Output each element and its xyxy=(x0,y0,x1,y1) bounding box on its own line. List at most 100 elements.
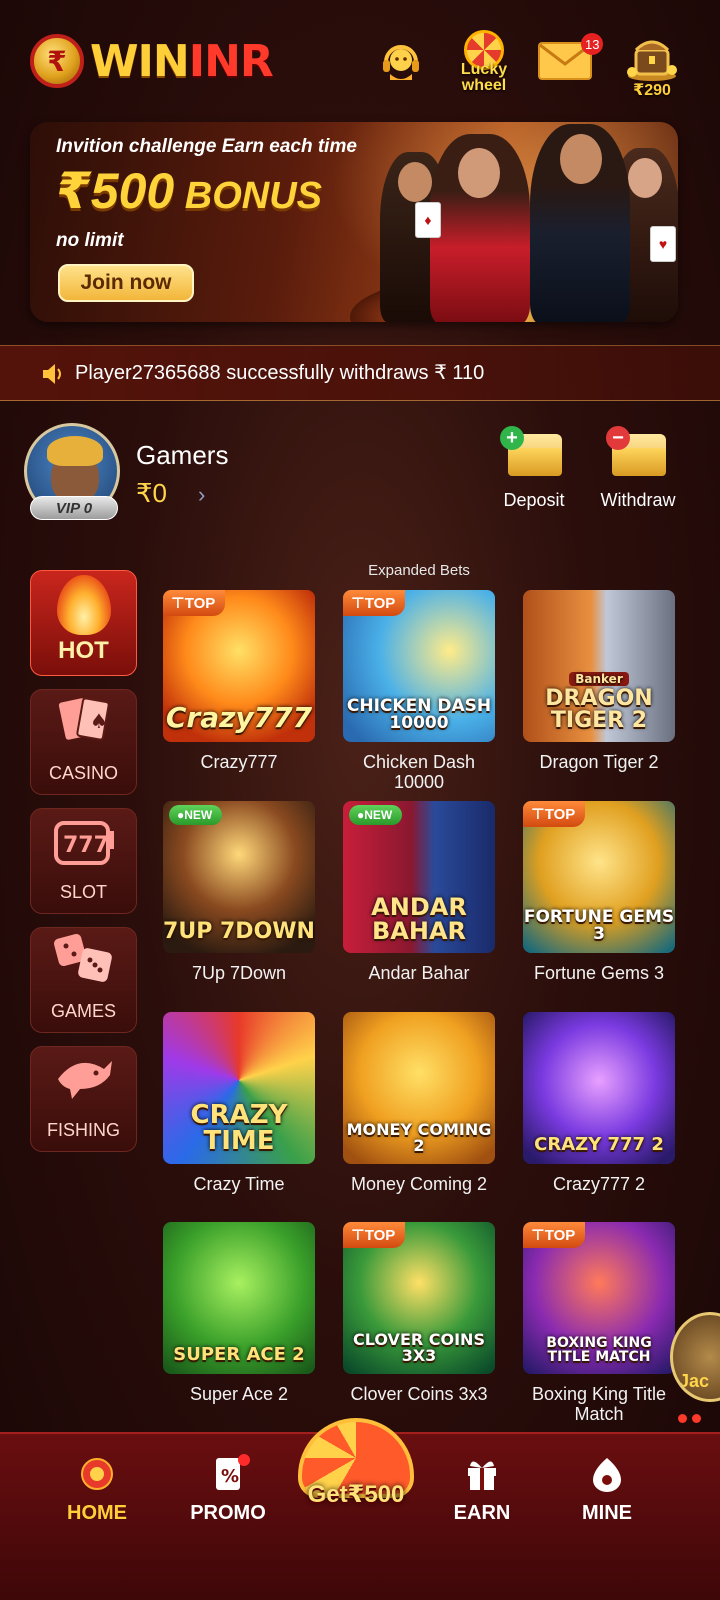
deposit-button[interactable]: + Deposit xyxy=(484,426,584,520)
thumb-title: Banker DRAGON TIGER 2 xyxy=(523,666,675,742)
top-tag: ⊤ TOP xyxy=(343,1222,406,1248)
game-name: Money Coming 2 xyxy=(350,1174,488,1194)
logo-inr-text: INR xyxy=(188,35,274,87)
join-now-button[interactable]: Join now xyxy=(58,264,194,302)
speaker-icon xyxy=(40,362,64,386)
banner-bonus-word: BONUS xyxy=(174,175,323,217)
home-icon xyxy=(77,1454,117,1494)
category-slot[interactable]: 777 SLOT xyxy=(30,808,137,914)
tag-text: NEW xyxy=(364,808,393,822)
mail-badge: 13 xyxy=(581,33,604,55)
treasure-chest-icon[interactable] xyxy=(624,32,680,82)
game-thumbnail: FORTUNE GEMS 3 ⊤ TOP xyxy=(523,801,675,953)
user-profile-icon xyxy=(587,1454,627,1494)
nav-promo[interactable]: % PROMO xyxy=(168,1454,288,1554)
withdraw-button[interactable]: − Withdraw xyxy=(588,426,688,520)
headset-icon[interactable] xyxy=(378,38,424,84)
tag-text: TOP xyxy=(364,594,396,612)
banner-subline: no limit xyxy=(56,230,124,251)
game-name: Dragon Tiger 2 xyxy=(539,752,659,772)
game-tile-7up-7down[interactable]: 7UP 7DOWN ● NEW 7Up 7Down xyxy=(163,801,315,983)
category-label: FISHING xyxy=(46,1120,120,1140)
svg-text:%: % xyxy=(221,1466,239,1487)
tag-text: TOP xyxy=(544,1226,576,1244)
jackpot-float-button[interactable]: Jac xyxy=(670,1312,720,1402)
thumb-title: SUPER ACE 2 xyxy=(173,1344,305,1365)
game-tile-andar-bahar[interactable]: ANDAR BAHAR ● NEW Andar Bahar xyxy=(343,801,495,983)
chevron-right-icon[interactable]: › xyxy=(198,482,205,508)
category-label: SLOT xyxy=(59,882,107,902)
jackpot-text: Jac xyxy=(679,1371,710,1391)
lucky-wheel-button[interactable]: Lucky wheel xyxy=(456,28,512,96)
game-thumbnail: MONEY COMING 2 xyxy=(343,1012,495,1164)
game-tile-crazy-time[interactable]: CRAZY TIME Crazy Time xyxy=(163,1012,315,1194)
nav-earn[interactable]: EARN xyxy=(422,1454,542,1554)
game-thumbnail: SUPER ACE 2 xyxy=(163,1222,315,1374)
game-thumbnail: BOXING KING TITLE MATCH ⊤ TOP xyxy=(523,1222,675,1374)
game-name: Crazy777 2 xyxy=(552,1174,646,1194)
withdraw-marquee: Player27365688 successfully withdraws ₹ … xyxy=(0,345,720,401)
thumb-title: CHICKEN DASH 10000 xyxy=(346,696,492,733)
slot-machine-icon: 777 xyxy=(52,819,116,876)
nav-mine-label: MINE xyxy=(582,1502,632,1524)
banner-person-3 xyxy=(530,124,630,322)
get-bonus-wheel-button[interactable]: Get₹500 xyxy=(288,1418,424,1518)
game-thumbnail: CRAZY TIME xyxy=(163,1012,315,1164)
app-logo: ₹ WININR xyxy=(30,34,274,88)
fire-icon xyxy=(56,575,111,635)
promo-banner[interactable]: ♦ ♥ Invition challenge Earn each time ₹5… xyxy=(30,122,678,322)
game-tile-chicken-dash[interactable]: CHICKEN DASH 10000 ⊤ TOP Chicken Dash 10… xyxy=(343,590,495,792)
logo-win-text: WIN xyxy=(90,35,190,87)
logo-text: WININR xyxy=(90,35,274,87)
deposit-label: Deposit xyxy=(503,490,565,510)
new-tag: ● NEW xyxy=(349,805,403,825)
game-tile-super-ace-2[interactable]: SUPER ACE 2 Super Ace 2 xyxy=(163,1222,315,1404)
header: ₹ WININR Lucky wheel 13 ₹290 xyxy=(0,0,720,115)
game-name: Chicken Dash 10000 xyxy=(362,752,476,792)
game-tile-dragon-tiger-2[interactable]: Banker DRAGON TIGER 2 Dragon Tiger 2 xyxy=(523,590,675,772)
game-name: Crazy777 xyxy=(200,752,278,772)
thumb-title: ANDAR BAHAR xyxy=(371,893,467,945)
game-thumbnail: Banker DRAGON TIGER 2 xyxy=(523,590,675,742)
top-tag: ⊤ TOP xyxy=(343,590,406,616)
balance[interactable]: ₹0 xyxy=(136,478,167,509)
dice-icon xyxy=(52,930,116,995)
game-tile-fortune-gems-3[interactable]: FORTUNE GEMS 3 ⊤ TOP Fortune Gems 3 xyxy=(523,801,675,983)
thumb-title: CRAZY 777 2 xyxy=(534,1134,664,1155)
category-casino[interactable]: ♠ CASINO xyxy=(30,689,137,795)
game-name: Crazy Time xyxy=(193,1174,285,1194)
tag-text: NEW xyxy=(184,808,213,822)
game-name: Super Ace 2 xyxy=(189,1384,289,1404)
lucky-label-line2: wheel xyxy=(461,77,507,94)
category-label: GAMES xyxy=(50,1001,116,1021)
lucky-wheel-label: Lucky wheel xyxy=(461,62,507,94)
game-tile-clover-coins[interactable]: CLOVER COINS 3X3 ⊤ TOP Clover Coins 3x3 xyxy=(343,1222,495,1404)
category-games[interactable]: GAMES xyxy=(30,927,137,1033)
game-tile-crazy777-2[interactable]: CRAZY 777 2 Crazy777 2 xyxy=(523,1012,675,1194)
game-tile-crazy777[interactable]: Crazy777 ⊤ TOP Crazy777 xyxy=(163,590,315,772)
banner-amount-value: ₹500 xyxy=(56,163,175,219)
nav-mine[interactable]: MINE xyxy=(547,1454,667,1554)
get-bonus-label: Get₹500 xyxy=(307,1481,405,1508)
username: Gamers xyxy=(136,440,229,470)
thumb-title: BOXING KING TITLE MATCH xyxy=(546,1335,652,1365)
game-tile-money-coming-2[interactable]: MONEY COMING 2 Money Coming 2 xyxy=(343,1012,495,1194)
playing-card-icon: ♦ xyxy=(415,202,441,238)
partial-game-label: Expanded Bets xyxy=(368,562,470,579)
category-fishing[interactable]: FISHING xyxy=(30,1046,137,1152)
game-thumbnail: Crazy777 ⊤ TOP xyxy=(163,590,315,742)
category-hot[interactable]: HOT xyxy=(30,570,137,676)
plus-icon: + xyxy=(500,426,524,450)
game-tile-boxing-king[interactable]: BOXING KING TITLE MATCH ⊤ TOP Boxing Kin… xyxy=(523,1222,675,1424)
thumb-title: MONEY COMING 2 xyxy=(346,1120,492,1155)
jackpot-dots xyxy=(678,1414,701,1423)
game-name: 7Up 7Down xyxy=(191,963,287,983)
nav-home[interactable]: HOME xyxy=(37,1454,157,1554)
game-thumbnail: 7UP 7DOWN ● NEW xyxy=(163,801,315,953)
new-tag: ● NEW xyxy=(169,805,223,825)
chest-amount: ₹290 xyxy=(633,82,671,99)
promo-notification-dot xyxy=(238,1454,250,1466)
banker-label: Banker xyxy=(569,672,629,686)
vip-badge: VIP 0 xyxy=(30,496,118,520)
thumb-title: FORTUNE GEMS 3 xyxy=(523,907,675,944)
